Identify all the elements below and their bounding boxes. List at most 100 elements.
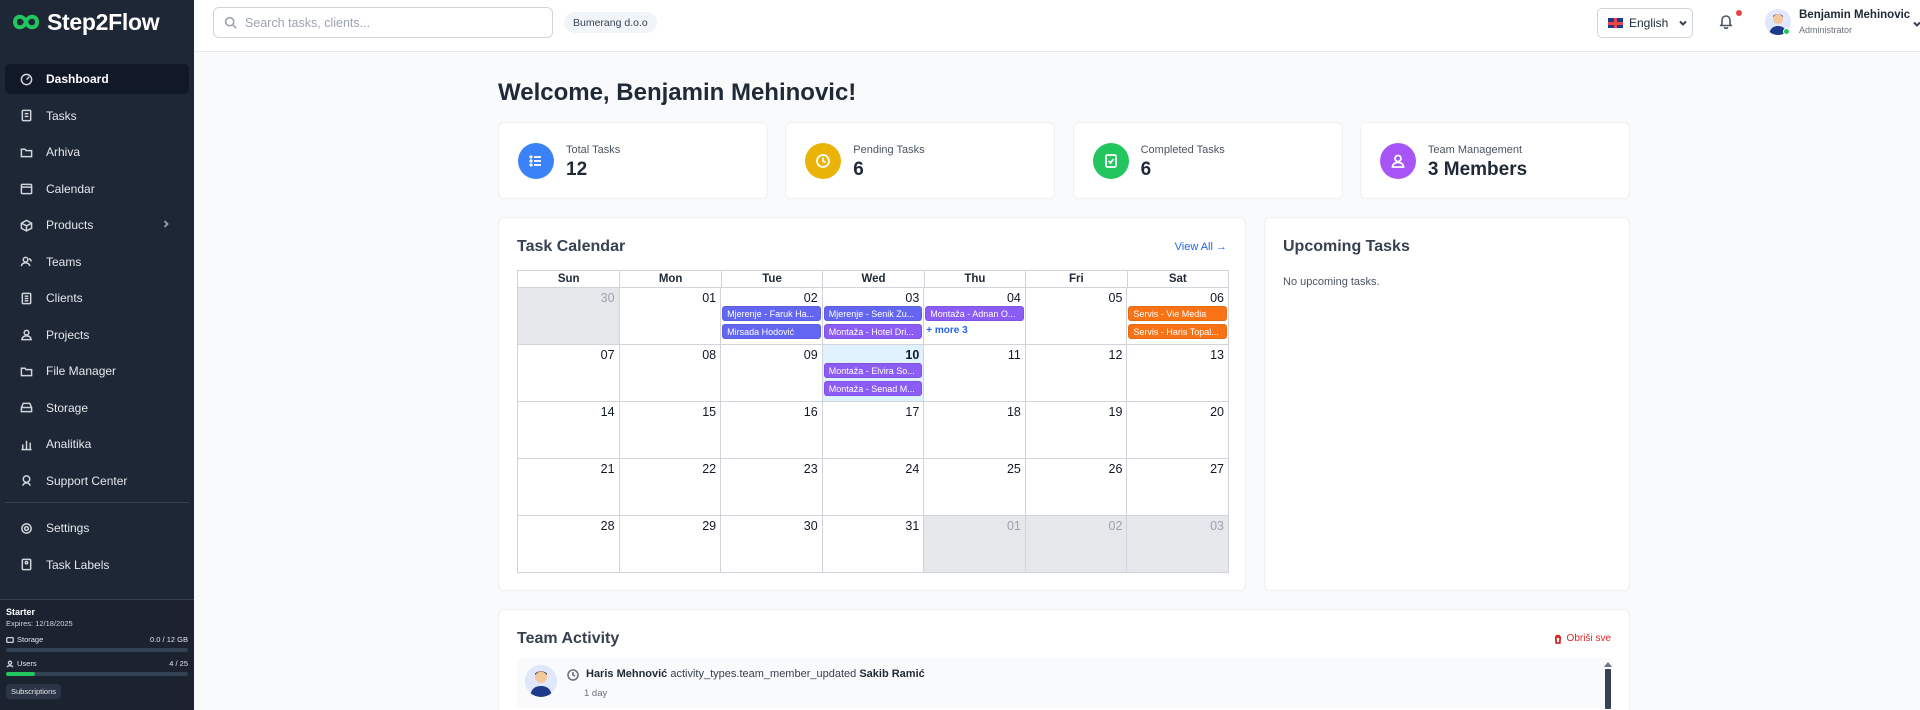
uk-flag-icon [1608, 18, 1623, 28]
sidebar-item-task-labels[interactable]: Task Labels [5, 550, 189, 580]
support-icon [19, 474, 33, 488]
calendar-day[interactable]: 06 Servis - Vie Media Servis - Haris Topal… [1127, 288, 1229, 345]
sidebar-item-label: Arhiva [46, 145, 81, 159]
calendar-day[interactable]: 09 [721, 345, 823, 402]
company-badge[interactable]: Bumerang d.o.o [564, 12, 657, 33]
sidebar-item-projects[interactable]: Projects [5, 320, 189, 350]
calendar-day[interactable]: 05 [1025, 288, 1128, 345]
day-number: 30 [803, 519, 818, 533]
calendar-day[interactable]: 24 [822, 459, 925, 516]
sidebar-item-label: Settings [46, 521, 90, 535]
calendar-day[interactable]: 15 [619, 402, 722, 459]
calendar-day[interactable]: 28 [518, 516, 620, 573]
view-all-link[interactable]: View All → [1175, 241, 1227, 253]
user-menu[interactable]: Benjamin Mehinovic Administrator [1765, 6, 1920, 40]
sidebar-item-tasks[interactable]: Tasks [5, 101, 189, 131]
stat-card-team-management[interactable]: Team Management 3 Members [1359, 122, 1630, 199]
calendar-day[interactable]: 04 Montaža - Adnan O... + more 3 [924, 288, 1026, 345]
clear-all-button[interactable]: Obriši sve [1553, 633, 1611, 644]
day-number: 02 [1108, 519, 1123, 533]
calendar-day[interactable]: 08 [619, 345, 722, 402]
calendar-day[interactable]: 11 [924, 345, 1026, 402]
day-number: 14 [600, 405, 615, 419]
calendar-day[interactable]: 07 [518, 345, 620, 402]
scrollbar[interactable] [1604, 662, 1612, 709]
chevron-down-icon[interactable] [1912, 19, 1920, 29]
calendar-event[interactable]: Mjerenje - Faruk Ha... [722, 306, 821, 321]
calendar-day-today[interactable]: 10 Montaža - Elvira So... Montaža - Senad … [822, 345, 925, 402]
day-number: 24 [905, 462, 920, 476]
calendar-day[interactable]: 16 [721, 402, 823, 459]
calendar-day[interactable]: 22 [619, 459, 722, 516]
sidebar-item-teams[interactable]: Teams [5, 247, 189, 277]
storage-icon [19, 401, 33, 415]
sidebar-item-storage[interactable]: Storage [5, 393, 189, 423]
calendar-event[interactable]: Montaža - Hotel Dri... [823, 323, 923, 339]
sidebar-item-label: Support Center [46, 473, 128, 488]
calendar-day[interactable]: 30 [721, 516, 823, 573]
calendar-event[interactable]: Montaža - Adnan O... [925, 306, 1024, 321]
stat-card-pending-tasks[interactable]: Pending Tasks 6 [785, 122, 1056, 199]
activity-text: Haris Mehnović activity_types.team_membe… [586, 668, 925, 680]
scrollbar-thumb[interactable] [1605, 669, 1611, 709]
calendar-day[interactable]: 12 [1025, 345, 1128, 402]
sidebar-item-calendar[interactable]: Calendar [5, 174, 189, 204]
day-number: 04 [1006, 291, 1021, 305]
more-events-link[interactable]: + more 3 [925, 324, 1024, 338]
activity-avatar-icon [525, 665, 557, 697]
calendar-day[interactable]: 02 Mjerenje - Faruk Ha... Mirsada Hodović [721, 288, 823, 345]
team-icon [19, 255, 33, 269]
sidebar-item-products[interactable]: Products [5, 210, 189, 240]
calendar-day[interactable]: 25 [924, 459, 1026, 516]
top-header: Bumerang d.o.o English Benjamin Mehinovi… [194, 0, 1920, 52]
clock-icon [567, 668, 579, 686]
weekday-tue: Tue [720, 271, 822, 287]
day-number: 19 [1108, 405, 1123, 419]
calendar-event[interactable]: Servis - Vie Media [1128, 306, 1227, 321]
calendar-day[interactable]: 23 [721, 459, 823, 516]
calendar-day[interactable]: 01 [619, 288, 722, 345]
subscriptions-button[interactable]: Subscriptions [6, 684, 62, 699]
sidebar-item-dashboard[interactable]: Dashboard [5, 64, 189, 94]
calendar-day[interactable]: 17 [822, 402, 925, 459]
calendar-day[interactable]: 30 [518, 288, 620, 345]
calendar-event[interactable]: Servis - Haris Topal... [1128, 323, 1227, 339]
notifications-button[interactable] [1718, 13, 1736, 31]
calendar-day[interactable]: 29 [619, 516, 722, 573]
app-logo[interactable]: Step2Flow [0, 0, 194, 44]
calendar-event[interactable]: Mirsada Hodović [722, 323, 821, 339]
calendar-day[interactable]: 03 [1127, 516, 1229, 573]
scroll-up-arrow-icon[interactable] [1604, 662, 1612, 667]
search-input[interactable] [245, 15, 545, 30]
calendar-day[interactable]: 21 [518, 459, 620, 516]
calendar-day[interactable]: 20 [1127, 402, 1229, 459]
calendar-day[interactable]: 13 [1127, 345, 1229, 402]
day-number: 28 [600, 519, 615, 533]
activity-action: activity_types.team_member_updated [670, 668, 857, 680]
sidebar-item-clients[interactable]: Clients [5, 283, 189, 313]
sidebar-item-file-manager[interactable]: File Manager [5, 356, 189, 386]
calendar-event[interactable]: Mjerenje - Senik Zu... [823, 306, 923, 321]
stat-card-total-tasks[interactable]: Total Tasks 12 [498, 122, 768, 199]
stat-card-completed-tasks[interactable]: Completed Tasks 6 [1072, 122, 1343, 199]
calendar-day[interactable]: 31 [822, 516, 925, 573]
search-box[interactable] [213, 7, 553, 38]
language-select[interactable]: English [1597, 8, 1693, 38]
calendar-day[interactable]: 27 [1127, 459, 1229, 516]
check-icon [1092, 143, 1129, 179]
calendar-day[interactable]: 26 [1025, 459, 1128, 516]
calendar-day[interactable]: 02 [1025, 516, 1128, 573]
day-number: 01 [1006, 519, 1021, 533]
sidebar-item-arhiva[interactable]: Arhiva [5, 137, 189, 167]
calendar-day[interactable]: 14 [518, 402, 620, 459]
sidebar-item-support-center[interactable]: Support Center [5, 466, 189, 496]
calendar-event[interactable]: Montaža - Elvira So... [823, 363, 923, 378]
calendar-day[interactable]: 18 [924, 402, 1026, 459]
sidebar-item-analitika[interactable]: Analitika [5, 429, 189, 459]
calendar-event[interactable]: Montaža - Senad M... [823, 380, 923, 396]
calendar-day[interactable]: 19 [1025, 402, 1128, 459]
sidebar-item-settings[interactable]: Settings [5, 513, 189, 543]
calendar-day[interactable]: 03 Mjerenje - Senik Zu... Montaža - Hotel … [822, 288, 925, 345]
day-events: Mjerenje - Faruk Ha... Mirsada Hodović [722, 306, 821, 341]
calendar-day[interactable]: 01 [924, 516, 1026, 573]
